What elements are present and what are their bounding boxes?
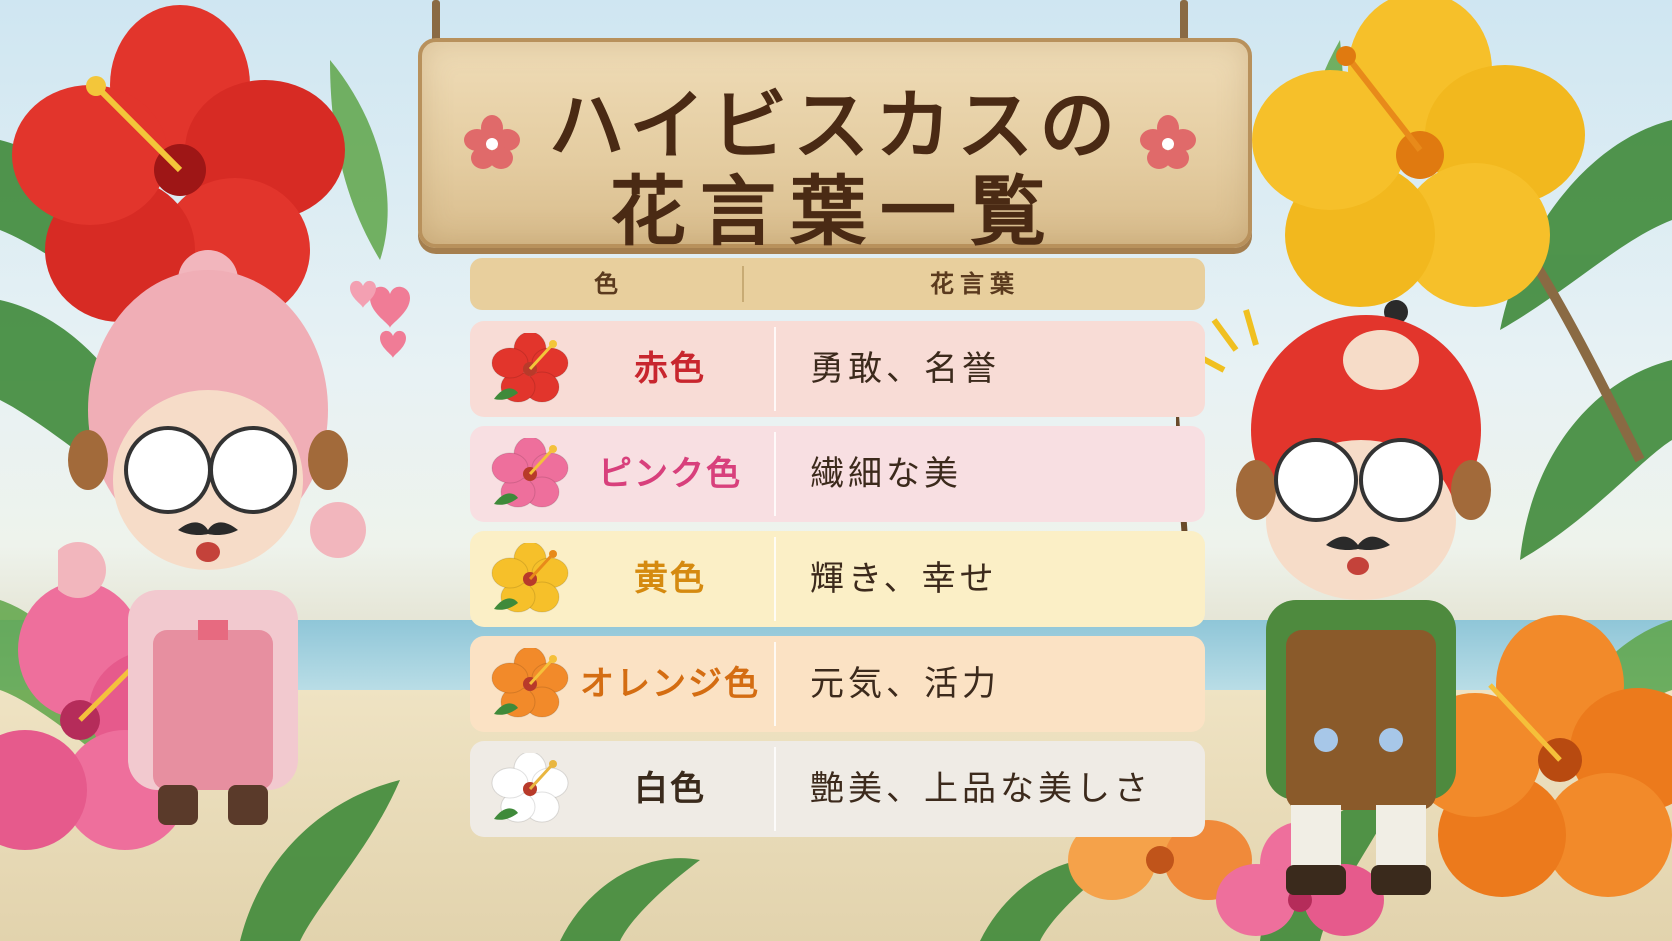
header-divider <box>742 266 744 302</box>
row-meaning: 輝き、幸せ <box>810 559 998 599</box>
hibiscus-yellow-icon <box>491 543 569 613</box>
row-color-label: 黄色 <box>634 559 706 599</box>
table-row: 白色 艶美、上品な美しさ <box>470 741 1205 837</box>
row-meaning: 艶美、上品な美しさ <box>810 769 1152 809</box>
grandpa-character <box>1176 300 1491 895</box>
grandma-character <box>58 250 366 825</box>
row-color-label: ピンク色 <box>598 454 742 494</box>
row-color-label: オレンジ色 <box>580 664 760 704</box>
hibiscus-pink-icon <box>491 438 569 508</box>
table-row: 赤色 勇敢、名誉 <box>470 321 1205 417</box>
row-color-label: 赤色 <box>634 349 706 389</box>
row-divider <box>774 432 776 516</box>
title-signboard: ハイビスカスの 花言葉一覧 <box>418 38 1252 256</box>
row-meaning: 元気、活力 <box>810 664 1000 704</box>
header-color: 色 <box>594 270 618 298</box>
table-header: 色 花言葉 <box>470 258 1205 310</box>
row-divider <box>774 327 776 411</box>
table-row: ピンク色 繊細な美 <box>470 426 1205 522</box>
header-meaning: 花言葉 <box>930 270 1020 298</box>
table-row: 黄色 輝き、幸せ <box>470 531 1205 627</box>
hibiscus-red-icon <box>491 333 569 403</box>
title-line-2: 花言葉一覧 <box>610 167 1060 256</box>
row-meaning: 勇敢、名誉 <box>810 349 1000 389</box>
row-divider <box>774 747 776 831</box>
row-meaning: 繊細な美 <box>810 454 962 494</box>
hibiscus-white-icon <box>491 753 569 823</box>
row-divider <box>774 537 776 621</box>
row-color-label: 白色 <box>634 769 706 809</box>
row-divider <box>774 642 776 726</box>
hibiscus-orange-icon <box>491 648 569 718</box>
table-row: オレンジ色 元気、活力 <box>470 636 1205 732</box>
